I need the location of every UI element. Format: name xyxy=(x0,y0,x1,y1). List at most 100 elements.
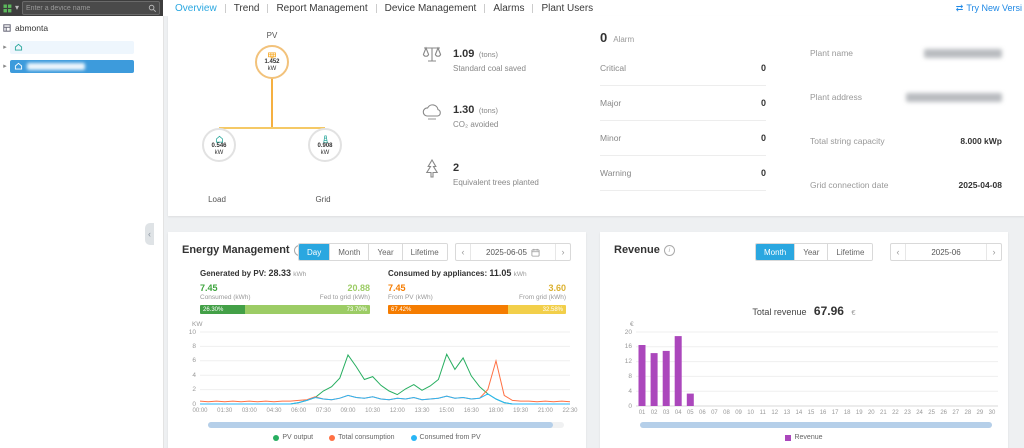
x-tick-label: 15:00 xyxy=(439,408,455,414)
legend-item[interactable]: PV output xyxy=(273,434,313,441)
y-tick-label: 6 xyxy=(192,357,196,365)
caret-down-icon[interactable]: ▾ xyxy=(15,4,19,12)
coal-saved-unit: (tons) xyxy=(478,50,499,59)
gen-bar-right: 73.70% xyxy=(244,305,370,314)
tab-plant-users[interactable]: Plant Users xyxy=(533,3,601,14)
tree-plant-row[interactable]: ▸ xyxy=(0,59,163,73)
x-tick-label: 12 xyxy=(771,410,779,416)
period-year-button[interactable]: Year xyxy=(795,244,829,260)
tree-plant-item-selected[interactable] xyxy=(10,59,134,73)
revenue-bar[interactable] xyxy=(686,393,694,406)
tab-trend[interactable]: Trend xyxy=(226,3,268,14)
revenue-bar[interactable] xyxy=(650,353,658,406)
grid-power-unit: kW xyxy=(320,149,330,156)
y-tick-label: 2 xyxy=(192,386,196,394)
coal-saved-value: 1.09 xyxy=(453,48,475,60)
grid-power-value: 0.908 xyxy=(317,142,333,149)
revenue-date-value[interactable]: 2025-06 xyxy=(905,244,987,260)
load-power-unit: kW xyxy=(214,149,224,156)
fed-to-grid-value: 20.88 xyxy=(347,283,370,293)
info-icon[interactable]: i xyxy=(663,244,675,256)
period-lifetime-button[interactable]: Lifetime xyxy=(402,244,447,260)
x-tick-label: 21 xyxy=(880,410,887,416)
y-tick-label: 10 xyxy=(188,328,196,336)
energy-y-axis: 0 2 4 6 8 10 xyxy=(174,328,196,408)
trees-planted-value: 2 xyxy=(453,162,460,174)
period-day-button[interactable]: Day xyxy=(299,244,331,260)
revenue-chart-scrollbar[interactable] xyxy=(640,422,992,428)
alarm-row-warning[interactable]: Warning 0 xyxy=(600,156,766,191)
energy-date-value[interactable]: 2025-06-05 xyxy=(470,244,556,260)
coal-saved-label: Standard coal saved xyxy=(453,64,526,73)
series-line xyxy=(200,358,570,403)
revenue-chart[interactable] xyxy=(636,331,998,407)
search-input[interactable] xyxy=(23,4,148,12)
search-icon[interactable] xyxy=(148,4,159,13)
x-tick-label: 10 xyxy=(747,410,754,416)
load-flow-node[interactable]: 0.546 kW xyxy=(202,128,236,162)
x-tick-label: 18 xyxy=(843,410,851,416)
legend-item[interactable]: Revenue xyxy=(785,434,823,441)
coal-saved-stat: 1.09 (tons) Standard coal saved xyxy=(420,44,630,73)
tree-root-row[interactable]: abmonta xyxy=(0,21,163,35)
tree-group-row[interactable]: ▸ xyxy=(0,40,163,54)
prev-date-button[interactable]: ‹ xyxy=(456,244,470,260)
period-month-button[interactable]: Month xyxy=(330,244,370,260)
trees-planted-stat: 2 Equivalent trees planted xyxy=(420,158,630,187)
expander-icon[interactable]: ▸ xyxy=(0,43,10,51)
revenue-bar[interactable] xyxy=(662,350,670,406)
device-search-box[interactable] xyxy=(22,1,160,15)
try-new-version-link[interactable]: ⇄ Try New Versi xyxy=(956,3,1024,14)
pv-flow-node[interactable]: 1.452 kW xyxy=(255,45,289,79)
energy-y-axis-title: KW xyxy=(192,321,203,328)
y-tick-label: 4 xyxy=(628,387,632,395)
tab-device-management[interactable]: Device Management xyxy=(377,3,485,14)
sidebar-collapse-handle[interactable]: ‹ xyxy=(145,223,154,245)
grid-flow-node[interactable]: 0.908 kW xyxy=(308,128,342,162)
plant-address-value-redacted xyxy=(906,93,1002,102)
x-tick-label: 27 xyxy=(952,410,960,416)
x-tick-label: 03:00 xyxy=(241,408,257,414)
flow-line-vertical xyxy=(271,77,273,129)
total-revenue-value: 67.96 xyxy=(813,304,844,318)
revenue-y-axis-title: € xyxy=(630,321,634,328)
tab-report-management[interactable]: Report Management xyxy=(268,3,375,14)
generated-value: 28.33 xyxy=(268,268,292,278)
tab-overview[interactable]: Overview xyxy=(167,3,225,14)
co2-cloud-icon xyxy=(420,101,444,121)
energy-chart[interactable] xyxy=(200,331,570,405)
expander-icon[interactable]: ▸ xyxy=(0,62,10,70)
x-tick-label: 07:30 xyxy=(315,408,331,414)
co2-avoided-unit: (tons) xyxy=(478,106,499,115)
series-line xyxy=(200,353,570,405)
scale-icon xyxy=(420,45,444,65)
legend-item[interactable]: Consumed from PV xyxy=(410,434,481,441)
scrollbar-thumb[interactable] xyxy=(640,422,992,428)
load-flow-label: Load xyxy=(208,195,226,204)
scrollbar-thumb[interactable] xyxy=(208,422,554,428)
y-tick-label: 8 xyxy=(192,342,196,350)
legend-item[interactable]: Total consumption xyxy=(329,434,395,441)
next-date-button[interactable]: › xyxy=(556,244,570,260)
alarm-row-minor[interactable]: Minor 0 xyxy=(600,121,766,156)
period-lifetime-button[interactable]: Lifetime xyxy=(828,244,873,260)
plant-name-value-redacted xyxy=(924,49,1002,58)
x-tick-label: 23 xyxy=(904,410,911,416)
x-tick-label: 21:00 xyxy=(537,408,553,414)
co2-avoided-value: 1.30 xyxy=(453,104,475,116)
x-tick-label: 05 xyxy=(686,410,694,416)
period-year-button[interactable]: Year xyxy=(369,244,403,260)
period-month-button[interactable]: Month xyxy=(756,244,796,260)
alarm-row-major[interactable]: Major 0 xyxy=(600,86,766,121)
legend-label: Total consumption xyxy=(338,434,395,441)
energy-chart-scrollbar[interactable] xyxy=(208,422,564,428)
calendar-icon xyxy=(531,248,540,257)
revenue-bar[interactable] xyxy=(674,336,682,406)
prev-date-button[interactable]: ‹ xyxy=(891,244,905,260)
revenue-bar[interactable] xyxy=(638,345,646,406)
alarm-row-critical[interactable]: Critical 0 xyxy=(600,51,766,86)
next-date-button[interactable]: › xyxy=(987,244,1001,260)
tree-group-item[interactable] xyxy=(10,40,134,54)
apps-icon[interactable] xyxy=(3,4,12,13)
tab-alarms[interactable]: Alarms xyxy=(485,3,532,14)
